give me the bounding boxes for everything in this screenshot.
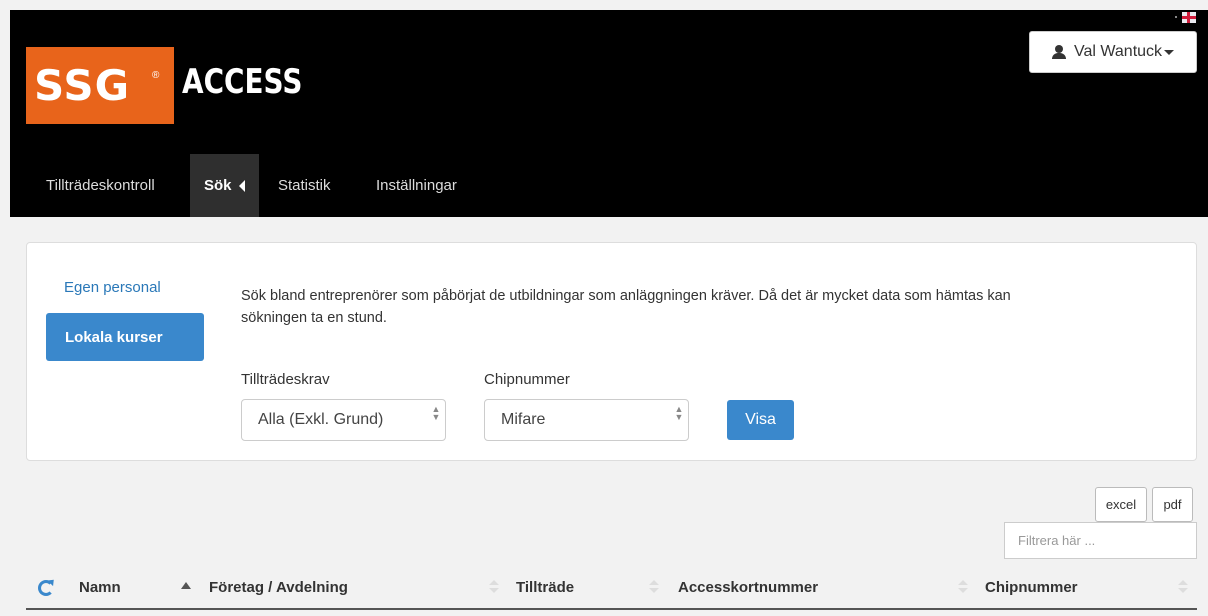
sort-icon [649, 580, 659, 594]
refresh-icon[interactable] [38, 580, 54, 596]
side-tab-lokala-kurser[interactable]: Lokala kurser [46, 313, 204, 361]
search-description: Sök bland entreprenörer som påbörjat de … [241, 288, 1011, 326]
app-header: SSG ® ACCESS Val Wantuck Tillträdeskontr… [10, 10, 1208, 217]
column-header-tilltrade[interactable]: Tillträde [516, 579, 574, 596]
nav-item-installningar[interactable]: Inställningar [376, 154, 457, 217]
side-link-egen-personal[interactable]: Egen personal [64, 279, 161, 296]
nav-label: Inställningar [376, 177, 457, 194]
export-pdf-button[interactable]: pdf [1152, 487, 1193, 522]
logo-text: SSG [34, 61, 131, 110]
user-icon [1052, 45, 1066, 59]
column-header-namn[interactable]: Namn [79, 579, 121, 596]
chip-value: Mifare [501, 411, 546, 428]
registered-mark: ® [152, 70, 160, 81]
select-arrows-icon: ▲ ▼ [674, 404, 684, 422]
user-menu-button[interactable]: Val Wantuck [1029, 31, 1197, 73]
export-excel-button[interactable]: excel [1095, 487, 1147, 522]
nav-item-statistik[interactable]: Statistik [278, 154, 331, 217]
column-header-chipnummer[interactable]: Chipnummer [985, 579, 1078, 596]
sort-icon [1178, 580, 1188, 594]
flag-divider [1175, 16, 1177, 18]
app-name: ACCESS [182, 62, 303, 102]
active-indicator-icon [238, 179, 245, 192]
user-name: Val Wantuck [1074, 43, 1163, 60]
chevron-down-icon [1164, 49, 1175, 55]
filter-input[interactable] [1004, 522, 1197, 559]
sort-icon [489, 580, 499, 594]
requirement-select[interactable]: Alla (Exkl. Grund) ▲ ▼ [241, 399, 446, 441]
select-arrows-icon: ▲ ▼ [431, 404, 441, 422]
column-header-foretag[interactable]: Företag / Avdelning [209, 579, 348, 596]
ssg-logo[interactable]: SSG ® [26, 47, 174, 124]
sort-asc-icon [181, 582, 191, 589]
nav-item-sok[interactable]: Sök [190, 154, 259, 217]
uk-flag-icon[interactable] [1182, 12, 1196, 23]
chip-label: Chipnummer [484, 371, 570, 388]
search-panel: Egen personal Lokala kurser Sök bland en… [26, 242, 1197, 461]
column-header-accesskortnummer[interactable]: Accesskortnummer [678, 579, 818, 596]
sort-icon [958, 580, 968, 594]
nav-label: Statistik [278, 177, 331, 194]
requirement-value: Alla (Exkl. Grund) [258, 411, 384, 428]
nav-label: Sök [204, 177, 232, 194]
nav-label: Tillträdeskontroll [46, 177, 155, 194]
visa-button[interactable]: Visa [727, 400, 794, 440]
side-tab-label: Lokala kurser [65, 328, 163, 346]
nav-item-tilltradeskontroll[interactable]: Tillträdeskontroll [46, 154, 155, 217]
table-header: Namn Företag / Avdelning Tillträde Acces… [26, 572, 1197, 610]
requirement-label: Tillträdeskrav [241, 371, 330, 388]
chip-select[interactable]: Mifare ▲ ▼ [484, 399, 689, 441]
